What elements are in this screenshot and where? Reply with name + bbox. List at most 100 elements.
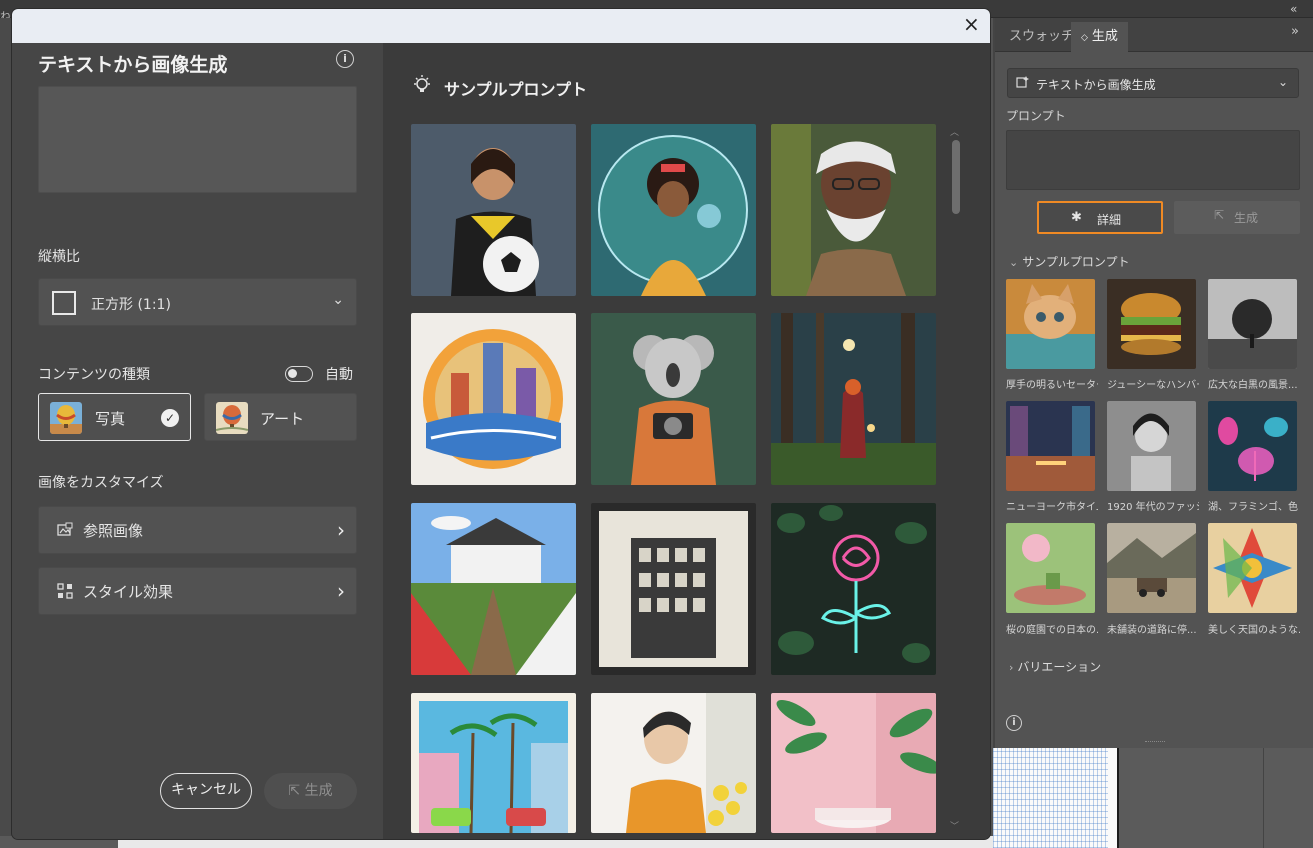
dialog-titlebar: × (12, 9, 990, 43)
sample-tile-forest-lantern[interactable] (771, 313, 936, 485)
tab-generate[interactable]: ◇ 生成 (1071, 22, 1128, 52)
detail-label: 詳細 (1097, 213, 1122, 227)
chevron-down-icon: ⌄ (1009, 256, 1019, 269)
content-type-label: コンテンツの種類 (38, 367, 150, 383)
sample-tile-sketch-man[interactable] (591, 693, 756, 833)
artboard (993, 748, 1119, 848)
aspect-ratio-value: 正方形 (1:1) (91, 297, 171, 313)
panel-tabs: スウォッチ ◇ 生成 » (995, 18, 1313, 52)
prompt-label: プロンプト (1006, 109, 1066, 123)
sample-thumb-times-square[interactable] (1006, 401, 1095, 491)
sample-tile-soccer-girl[interactable] (411, 124, 576, 296)
reference-image-row[interactable]: 参照画像 › (38, 506, 357, 554)
dialog-title: テキストから画像生成 (38, 54, 228, 76)
square-icon (52, 291, 76, 315)
checkmark-icon: ✓ (161, 409, 179, 427)
sample-caption: 厚手の明るいセーター... (1006, 380, 1098, 391)
chevron-right-icon: › (1009, 661, 1014, 674)
art-balloon-thumb (216, 402, 248, 434)
sample-thumb-heavenly[interactable] (1208, 523, 1297, 613)
generate-button[interactable]: ⇱ 生成 (264, 773, 357, 809)
sample-caption: 未舗装の道路に停... (1107, 625, 1197, 636)
sample-prompts-title: サンプルプロンプト (444, 80, 588, 99)
canvas-guide (1263, 748, 1264, 848)
sample-thumb-flamingo-lake[interactable] (1208, 401, 1297, 491)
sample-caption: ニューヨーク市タイムズ... (1006, 502, 1098, 513)
sample-tile-paper-city[interactable] (411, 313, 576, 485)
style-effects-label: スタイル効果 (83, 583, 174, 601)
sample-tile-neon-rose[interactable] (771, 503, 936, 675)
app-left-toolbar (0, 18, 12, 848)
sample-caption: 桜の庭園での日本の... (1006, 625, 1098, 636)
aspect-ratio-label: 縦横比 (38, 249, 80, 265)
sample-prompts-label: サンプルプロンプト (1022, 255, 1130, 269)
sample-tile-pink-podium[interactable] (771, 693, 936, 833)
sample-thumb-sweater-cat[interactable] (1006, 279, 1095, 369)
chevron-right-icon: › (337, 518, 345, 542)
tab-marker-icon: ◇ (1081, 33, 1088, 43)
content-type-art[interactable]: アート (204, 393, 357, 441)
variations-section[interactable]: › バリエーション (1009, 658, 1101, 675)
info-icon[interactable]: i (336, 50, 354, 68)
gear-icon: ✱ (1071, 210, 1082, 225)
content-type-photo[interactable]: 写真 ✓ (38, 393, 191, 441)
chevron-down-icon: ⌄ (1277, 75, 1288, 89)
sample-caption: 湖、フラミンゴ、色とり... (1208, 502, 1300, 513)
generate-label: 生成 (304, 783, 333, 799)
sample-thumb-sakura-garden[interactable] (1006, 523, 1095, 613)
sample-thumb-burger[interactable] (1107, 279, 1196, 369)
sample-thumb-dirt-road-car[interactable] (1107, 523, 1196, 613)
info-icon[interactable]: i (1006, 715, 1022, 731)
sample-prompts-section[interactable]: ⌄ サンプルプロンプト (1009, 253, 1130, 270)
sample-caption: ジューシーなハンバーガ... (1107, 380, 1199, 391)
variations-label: バリエーション (1017, 660, 1102, 674)
mode-dropdown[interactable]: テキストから画像生成 ⌄ (1007, 68, 1299, 98)
collapse-panels-icon[interactable]: « (1290, 2, 1297, 16)
detail-button[interactable]: ✱ 詳細 (1037, 201, 1163, 234)
generate-panel: スウォッチ ◇ 生成 » テキストから画像生成 ⌄ プロンプト ✱ 詳細 ⇱ 生成… (993, 18, 1313, 748)
sample-scrollbar[interactable] (948, 124, 962, 839)
reference-image-label: 参照画像 (83, 522, 144, 540)
cancel-button[interactable]: キャンセル (160, 773, 252, 809)
scrollbar-thumb[interactable] (952, 140, 960, 214)
sample-caption: 1920 年代のファッシ... (1107, 502, 1199, 513)
sample-tile-bubble-girl[interactable] (591, 124, 756, 296)
sample-tile-tulip-field[interactable] (411, 503, 576, 675)
image-reference-icon (57, 522, 73, 536)
toggle-knob (288, 369, 297, 378)
sample-thumb-bw-landscape[interactable] (1208, 279, 1297, 369)
generate-icon: ⇱ (288, 783, 301, 799)
auto-toggle[interactable] (285, 366, 313, 382)
scroll-down-icon[interactable]: ﹀ (950, 819, 959, 832)
sample-tile-koala-camera[interactable] (591, 313, 756, 485)
app-canvas[interactable] (993, 748, 1313, 848)
sample-tile-palm-street[interactable] (411, 693, 576, 833)
style-effects-row[interactable]: スタイル効果 › (38, 567, 357, 615)
tab-swatches-label: スウォッチ (1009, 29, 1075, 44)
photo-balloon-thumb (50, 402, 82, 434)
lightbulb-icon (414, 75, 430, 92)
panel-resize-handle[interactable] (1145, 741, 1165, 744)
sample-tile-stamp-building[interactable] (591, 503, 756, 675)
aspect-ratio-dropdown[interactable]: 正方形 (1:1) ⌄ (38, 278, 357, 326)
close-icon[interactable]: × (963, 14, 980, 34)
prompt-input[interactable] (38, 86, 357, 193)
sample-caption: 広大な白黒の風景... (1208, 380, 1298, 391)
mode-label: テキストから画像生成 (1036, 78, 1156, 92)
scroll-up-icon[interactable]: ︿ (950, 125, 959, 138)
sample-caption: 美しく天国のような... (1208, 625, 1300, 636)
sample-thumb-1920s-fashion[interactable] (1107, 401, 1196, 491)
chevron-down-icon: ⌄ (332, 292, 344, 308)
panel-generate-label: 生成 (1234, 211, 1259, 225)
artboard-pattern (993, 748, 1108, 848)
tab-generate-label: 生成 (1091, 29, 1118, 44)
text-to-image-icon (1016, 76, 1029, 88)
sample-tile-old-man[interactable] (771, 124, 936, 296)
style-effects-icon (57, 583, 73, 599)
prompt-input[interactable] (1006, 130, 1300, 190)
customize-label: 画像をカスタマイズ (38, 475, 164, 491)
generate-icon: ⇱ (1214, 208, 1225, 222)
panel-generate-button[interactable]: ⇱ 生成 (1174, 201, 1300, 234)
content-type-photo-label: 写真 (95, 410, 126, 428)
panel-menu-icon[interactable]: » (1291, 24, 1299, 39)
